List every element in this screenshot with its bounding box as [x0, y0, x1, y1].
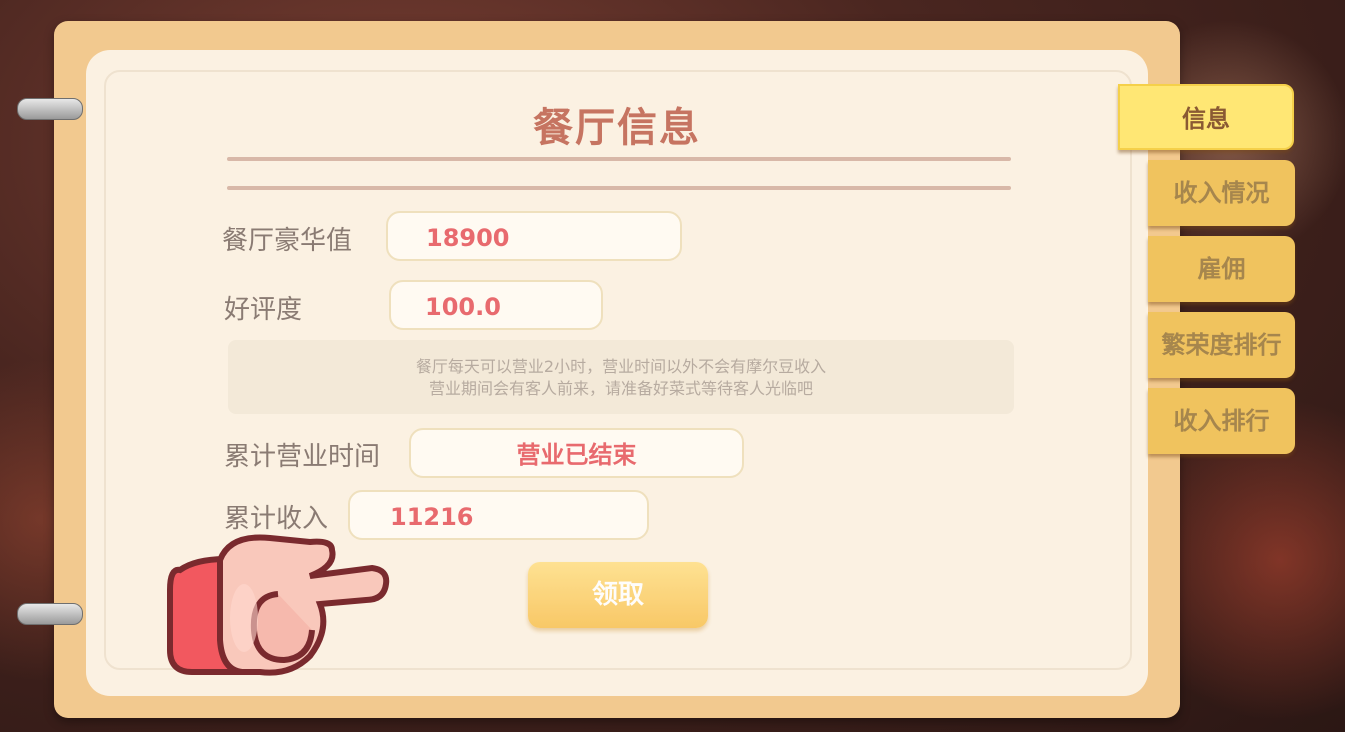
tab-info[interactable]: 信息 [1118, 84, 1294, 150]
tab-income-rank[interactable]: 收入排行 [1148, 388, 1295, 454]
claim-button[interactable]: 领取 [528, 562, 708, 628]
tab-income-status[interactable]: 收入情况 [1148, 160, 1295, 226]
luxury-value-field: 18900 [386, 211, 682, 261]
binder-ring-bottom [17, 603, 83, 625]
rating-label: 好评度 [224, 295, 303, 325]
pointing-hand-icon [167, 534, 390, 676]
title-divider-top [227, 157, 1011, 161]
title-divider-bottom [227, 186, 1011, 190]
rating-field: 100.0 [389, 280, 603, 330]
business-notice: 餐厅每天可以营业2小时，营业时间以外不会有摩尔豆收入 营业期间会有客人前来，请准… [228, 340, 1014, 414]
tab-hire[interactable]: 雇佣 [1148, 236, 1295, 302]
tab-prosperity-rank[interactable]: 繁荣度排行 [1148, 312, 1295, 378]
luxury-value-label: 餐厅豪华值 [222, 226, 353, 256]
business-time-field: 营业已结束 [409, 428, 744, 478]
notice-line-2: 营业期间会有客人前来，请准备好菜式等待客人光临吧 [428, 379, 813, 398]
business-time-label: 累计营业时间 [224, 442, 381, 472]
panel-title: 餐厅信息 [533, 105, 701, 151]
notice-line-1: 餐厅每天可以营业2小时，营业时间以外不会有摩尔豆收入 [415, 357, 827, 376]
